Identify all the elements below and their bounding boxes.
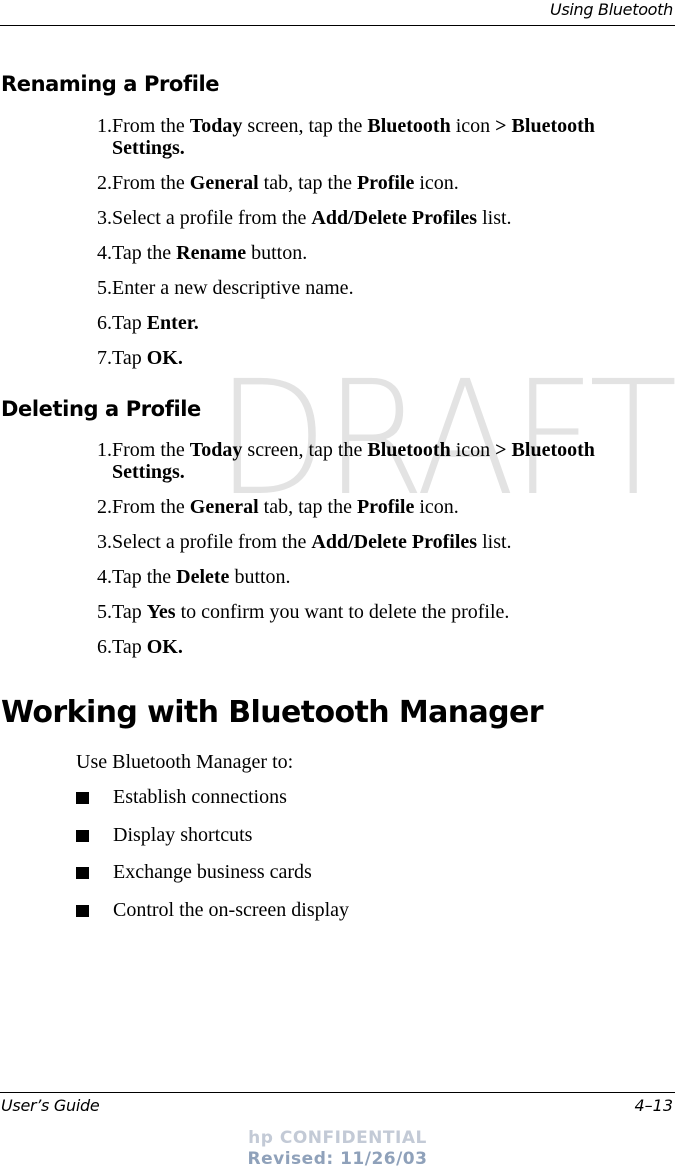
step-item: 5. Tap Yes to confirm you want to delete … bbox=[0, 601, 675, 623]
ui-term: Delete bbox=[176, 566, 230, 588]
step-number: 7. bbox=[97, 347, 112, 369]
ui-term: Today bbox=[189, 115, 243, 137]
renaming-steps-list: 1. From the Today screen, tap the Bluetoo… bbox=[0, 115, 675, 382]
step-number: 5. bbox=[97, 277, 112, 299]
step-text: Select a profile from the bbox=[112, 207, 312, 229]
ui-term: Rename bbox=[176, 242, 247, 264]
step-item: 4. Tap the Delete button. bbox=[0, 566, 675, 588]
ui-term: > Bluetooth bbox=[495, 439, 595, 461]
bullet-item: Establish connections bbox=[0, 786, 675, 824]
step-text: Tap the bbox=[112, 566, 177, 588]
square-bullet-icon bbox=[76, 867, 89, 879]
step-text: to confirm you want to delete the profil… bbox=[175, 601, 510, 623]
square-bullet-icon bbox=[76, 829, 89, 842]
ui-term: Add/Delete Profiles bbox=[311, 207, 478, 229]
bullet-item: Display shortcuts bbox=[0, 824, 675, 862]
step-number: 4. bbox=[97, 566, 112, 588]
step-text: list. bbox=[477, 531, 512, 553]
page-number: 4–13 bbox=[634, 1096, 673, 1115]
chapter-heading: Working with Bluetooth Manager bbox=[1, 695, 544, 730]
intro-text: Use Bluetooth Manager to: bbox=[76, 751, 294, 773]
step-text: From the bbox=[112, 496, 190, 518]
bullet-item: Control the on-screen display bbox=[0, 899, 675, 937]
step-text: From the bbox=[112, 439, 190, 461]
bullet-item: Exchange business cards bbox=[0, 861, 675, 899]
square-bullet-icon bbox=[76, 792, 89, 804]
step-text: From the bbox=[112, 115, 190, 137]
ui-term: Enter. bbox=[146, 312, 199, 334]
step-text: Tap bbox=[112, 601, 147, 623]
step-text: Tap the bbox=[112, 242, 177, 264]
square-bullet-icon bbox=[76, 904, 89, 917]
step-item: 3. Select a profile from the Add/Delete P… bbox=[0, 207, 675, 229]
section-heading-deleting: Deleting a Profile bbox=[1, 397, 201, 421]
revision-date-stamp: Revised: 11/26/03 bbox=[247, 1149, 428, 1169]
ui-term: General bbox=[189, 172, 259, 194]
section-heading-renaming: Renaming a Profile bbox=[1, 72, 220, 96]
step-text: tab, tap the bbox=[258, 172, 357, 194]
step-item: 2. From the General tab, tap the Profile … bbox=[0, 172, 675, 194]
step-text: screen, tap the bbox=[242, 115, 368, 137]
step-text: icon. bbox=[414, 172, 459, 194]
ui-term: OK. bbox=[146, 347, 183, 369]
step-item: 1. From the Today screen, tap the Bluetoo… bbox=[0, 439, 675, 483]
step-text: Tap bbox=[112, 636, 147, 658]
step-number: 2. bbox=[97, 172, 112, 194]
step-number: 4. bbox=[97, 242, 112, 264]
ui-term: OK. bbox=[146, 636, 183, 658]
ui-term: Bluetooth bbox=[367, 439, 451, 461]
step-text: From the bbox=[112, 172, 190, 194]
deleting-steps-list: 1. From the Today screen, tap the Bluetoo… bbox=[0, 439, 675, 671]
ui-term: Settings. bbox=[112, 137, 185, 159]
step-text: button. bbox=[246, 242, 308, 264]
step-item: 6. Tap Enter. bbox=[0, 312, 675, 334]
step-text: Select a profile from the bbox=[112, 531, 312, 553]
step-text: icon. bbox=[414, 496, 459, 518]
ui-term: Today bbox=[189, 439, 243, 461]
step-item: 6. Tap OK. bbox=[0, 636, 675, 658]
step-text: button. bbox=[229, 566, 291, 588]
step-number: 6. bbox=[97, 636, 112, 658]
confidential-stamp: hp CONFIDENTIAL bbox=[248, 1128, 427, 1148]
step-number: 1. bbox=[97, 439, 112, 461]
step-text: icon bbox=[450, 439, 496, 461]
step-text: tab, tap the bbox=[258, 496, 357, 518]
ui-term: Profile bbox=[356, 172, 415, 194]
step-text: Tap bbox=[112, 347, 147, 369]
ui-term: > Bluetooth bbox=[495, 115, 595, 137]
ui-term: Yes bbox=[146, 601, 176, 623]
step-text: Tap bbox=[112, 312, 147, 334]
ui-term: Profile bbox=[356, 496, 415, 518]
step-text: icon bbox=[450, 115, 496, 137]
step-number: 1. bbox=[97, 115, 112, 137]
ui-term: Add/Delete Profiles bbox=[311, 531, 478, 553]
ui-term: Settings. bbox=[112, 461, 185, 483]
step-number: 5. bbox=[97, 601, 112, 623]
step-item: 5. Enter a new descriptive name. bbox=[0, 277, 675, 299]
step-item: 4. Tap the Rename button. bbox=[0, 242, 675, 264]
feature-bullet-list: Establish connections Display shortcuts … bbox=[0, 786, 675, 936]
step-text: list. bbox=[477, 207, 512, 229]
footer-rule bbox=[0, 1092, 675, 1093]
ui-term: General bbox=[189, 496, 259, 518]
step-number: 3. bbox=[97, 531, 112, 553]
step-number: 2. bbox=[97, 496, 112, 518]
header-rule bbox=[0, 25, 675, 26]
step-number: 6. bbox=[97, 312, 112, 334]
step-number: 3. bbox=[97, 207, 112, 229]
step-item: 2. From the General tab, tap the Profile … bbox=[0, 496, 675, 518]
step-text: Enter a new descriptive name. bbox=[112, 277, 354, 299]
ui-term: Bluetooth bbox=[367, 115, 451, 137]
step-text: screen, tap the bbox=[242, 439, 368, 461]
running-header-title: Using Bluetooth bbox=[549, 0, 673, 19]
step-item: 1. From the Today screen, tap the Bluetoo… bbox=[0, 115, 675, 159]
step-item: 3. Select a profile from the Add/Delete P… bbox=[0, 531, 675, 553]
step-item: 7. Tap OK. bbox=[0, 347, 675, 369]
footer-document-title: User’s Guide bbox=[1, 1096, 100, 1115]
